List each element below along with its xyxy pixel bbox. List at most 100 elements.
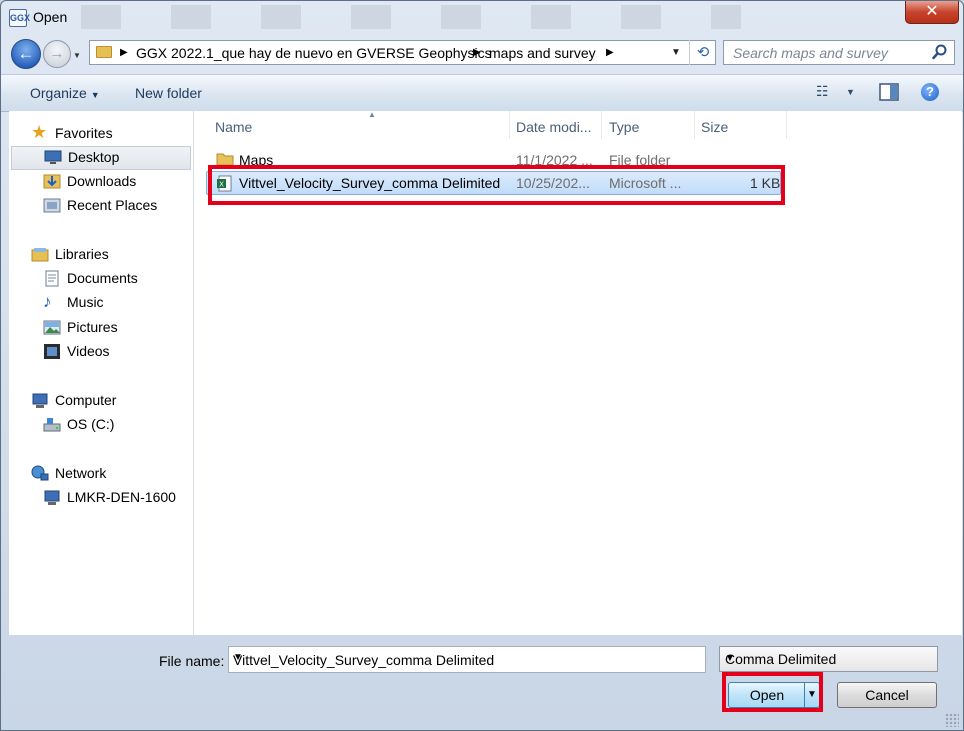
navigation-pane: ★ Favorites Desktop Downloads Recent Pla… [9, 111, 194, 635]
open-label: Open [749, 687, 785, 703]
nav-pictures-label: Pictures [67, 319, 118, 335]
new-folder-button[interactable]: New folder [135, 85, 202, 101]
search-placeholder: Search maps and survey [733, 45, 888, 61]
nav-libraries[interactable]: Libraries [31, 244, 191, 266]
nav-computer-label: Computer [55, 392, 117, 408]
refresh-icon[interactable]: ⟲ [689, 40, 716, 65]
sort-ascending-icon: ▲ [368, 110, 376, 119]
forward-button[interactable]: → [43, 40, 71, 68]
nav-recent-places[interactable]: Recent Places [43, 195, 191, 217]
column-type-label: Type [609, 119, 640, 135]
videos-icon [43, 343, 61, 360]
star-icon: ★ [31, 122, 48, 142]
file-name-input[interactable]: Vittvel_Velocity_Survey_comma Delimited … [228, 646, 706, 673]
column-name-label: Name [215, 119, 253, 135]
nav-downloads[interactable]: Downloads [43, 171, 191, 193]
svg-text:X: X [219, 181, 224, 189]
desktop-icon [44, 150, 62, 167]
nav-recent-places-label: Recent Places [67, 197, 158, 213]
column-date-label: Date modi... [516, 119, 592, 135]
nav-favorites-label: Favorites [55, 125, 113, 141]
file-type-select[interactable]: Comma Delimited ▼ [719, 646, 938, 672]
nav-videos[interactable]: Videos [43, 341, 191, 363]
cancel-button[interactable]: Cancel [837, 682, 937, 708]
nav-videos-label: Videos [67, 343, 110, 359]
file-date: 11/1/2022 ... [516, 152, 593, 168]
chevron-right-icon[interactable]: ▶ [120, 47, 128, 58]
pictures-icon [43, 319, 61, 336]
nav-os-c[interactable]: OS (C:) [43, 414, 191, 436]
file-name: Vittvel_Velocity_Survey_comma Delimited [239, 175, 501, 191]
documents-icon [43, 270, 61, 287]
search-icon[interactable] [932, 44, 948, 60]
chevron-down-icon: ▼ [90, 90, 100, 100]
file-row-maps[interactable]: Maps 11/1/2022 ... File folder [206, 148, 779, 172]
nav-libraries-label: Libraries [55, 246, 109, 262]
recent-pages-dropdown[interactable]: ▼ [73, 51, 81, 60]
file-type: File folder [609, 152, 671, 168]
column-date[interactable]: Date modi... [509, 111, 602, 139]
nav-favorites[interactable]: ★ Favorites [31, 122, 191, 145]
music-icon: ♪ [43, 292, 52, 311]
folder-icon [96, 46, 112, 58]
file-row-vittvel[interactable]: X Vittvel_Velocity_Survey_comma Delimite… [206, 171, 781, 195]
nav-lmkr-den-1600[interactable]: LMKR-DEN-1600 [43, 487, 191, 509]
background-ghost [81, 5, 741, 29]
libraries-icon [31, 246, 49, 263]
address-dropdown-icon[interactable]: ▼ [671, 47, 681, 58]
view-options-icon[interactable]: ☷ [816, 83, 829, 100]
file-size: 1 KB [750, 175, 781, 191]
column-type[interactable]: Type [602, 111, 695, 139]
chevron-down-icon[interactable]: ▼ [233, 652, 700, 663]
nav-music[interactable]: ♪ Music [43, 292, 191, 314]
file-name: Maps [239, 152, 274, 168]
file-list: Name ▲ Date modi... Type Size Maps 11/1/… [194, 110, 962, 635]
folder-icon [216, 153, 234, 166]
network-computer-icon [43, 489, 61, 506]
nav-desktop[interactable]: Desktop [11, 146, 191, 170]
excel-file-icon: X [217, 175, 232, 192]
view-dropdown-icon[interactable]: ▼ [846, 87, 855, 97]
nav-documents-label: Documents [67, 270, 138, 286]
open-split-divider [804, 683, 805, 707]
file-type: Microsoft ... [609, 175, 682, 191]
breadcrumb-maps-and-survey[interactable]: maps and survey [489, 45, 596, 61]
resize-grip[interactable] [945, 713, 959, 727]
open-dropdown-icon[interactable]: ▼ [807, 689, 817, 700]
chevron-right-icon[interactable]: ▶ [606, 47, 614, 58]
open-dialog: GGX Open ✕ ← → ▼ ▶ GGX 2022.1_que hay de… [0, 0, 964, 731]
nav-desktop-label: Desktop [68, 149, 120, 165]
help-icon[interactable]: ? [921, 83, 939, 101]
column-name[interactable]: Name ▲ [208, 110, 510, 139]
command-bar: Organize ▼ New folder ☷ ▼ ? [1, 74, 963, 112]
column-size[interactable]: Size [694, 111, 787, 139]
network-icon [31, 465, 49, 482]
organize-button[interactable]: Organize ▼ [30, 85, 100, 101]
title-bar[interactable]: GGX Open ✕ [1, 1, 963, 33]
recent-places-icon [43, 197, 61, 214]
close-button[interactable]: ✕ [905, 1, 959, 24]
nav-os-c-label: OS (C:) [67, 416, 115, 432]
drive-icon [43, 416, 61, 433]
nav-pictures[interactable]: Pictures [43, 317, 191, 339]
address-bar[interactable]: ▶ GGX 2022.1_que hay de nuevo en GVERSE … [89, 40, 716, 65]
chevron-down-icon[interactable]: ▼ [725, 653, 931, 664]
nav-network-label: Network [55, 465, 107, 481]
computer-icon [31, 392, 49, 409]
downloads-icon [43, 173, 61, 190]
window-title: Open [33, 9, 68, 25]
file-date: 10/25/202... [516, 175, 590, 191]
column-size-label: Size [701, 119, 729, 135]
chevron-right-icon[interactable]: ▶ [473, 47, 481, 58]
nav-computer[interactable]: Computer [31, 390, 191, 412]
nav-music-label: Music [67, 294, 104, 310]
search-input[interactable]: Search maps and survey [723, 40, 955, 65]
breadcrumb-ggx[interactable]: GGX 2022.1_que hay de nuevo en GVERSE Ge… [136, 45, 492, 61]
nav-lmkr-label: LMKR-DEN-1600 [67, 489, 176, 505]
preview-pane-icon[interactable] [879, 83, 899, 101]
organize-label: Organize [30, 85, 87, 101]
nav-network[interactable]: Network [31, 463, 191, 485]
back-button[interactable]: ← [11, 39, 41, 69]
nav-downloads-label: Downloads [67, 173, 137, 189]
nav-documents[interactable]: Documents [43, 268, 191, 290]
